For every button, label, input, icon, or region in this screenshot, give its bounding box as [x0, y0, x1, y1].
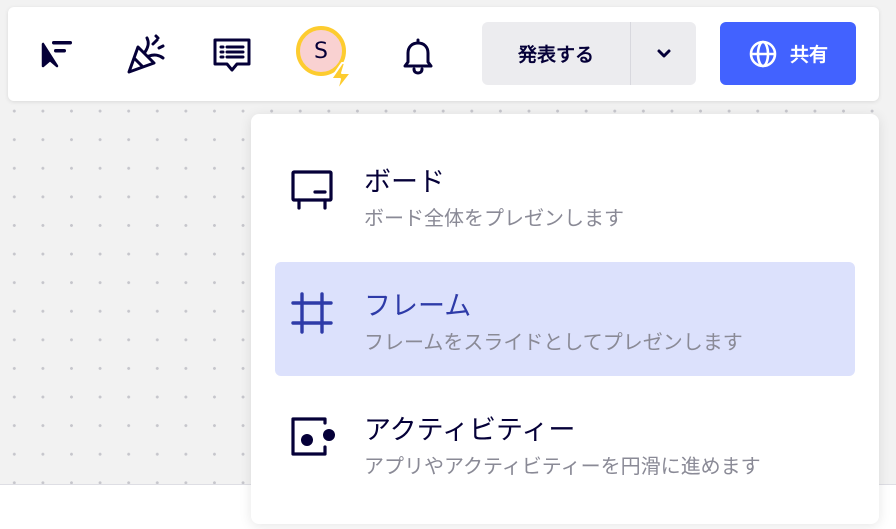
activity-icon	[291, 417, 335, 456]
frame-icon	[291, 292, 333, 334]
menu-item-description: フレームをスライドとしてプレゼンします	[364, 330, 743, 354]
share-button[interactable]: 共有	[720, 22, 856, 85]
present-button-group: 発表する	[482, 22, 696, 85]
bell-icon[interactable]	[392, 29, 444, 81]
menu-item-title: ボード	[364, 167, 445, 198]
globe-icon	[749, 40, 777, 67]
present-button[interactable]: 発表する	[482, 22, 631, 85]
menu-item-description: ボード全体をプレゼンします	[364, 206, 624, 230]
menu-item-title: フレーム	[364, 291, 472, 322]
comments-icon[interactable]	[206, 29, 258, 81]
present-menu: ボード ボード全体をプレゼンします フレーム フレームをスライドとしてプレゼンし…	[251, 114, 879, 524]
menu-item-board[interactable]: ボード ボード全体をプレゼンします	[275, 134, 855, 248]
bolt-icon	[330, 62, 352, 92]
menu-item-description: アプリやアクティビティーを円滑に進めます	[364, 454, 761, 478]
board-icon	[291, 170, 333, 210]
share-label: 共有	[789, 44, 828, 66]
top-toolbar: S 発表する 共有	[8, 7, 879, 101]
cursor-collab-icon[interactable]	[32, 29, 84, 81]
menu-item-frame[interactable]: フレーム フレームをスライドとしてプレゼンします	[275, 262, 855, 376]
menu-item-title: アクティビティー	[364, 415, 576, 446]
chevron-down-icon	[657, 49, 670, 57]
menu-item-activity[interactable]: アクティビティー アプリやアクティビティーを円滑に進めます	[275, 384, 855, 498]
present-options-button[interactable]	[631, 22, 696, 85]
avatar[interactable]: S	[294, 24, 354, 92]
celebrate-icon[interactable]	[120, 29, 172, 81]
